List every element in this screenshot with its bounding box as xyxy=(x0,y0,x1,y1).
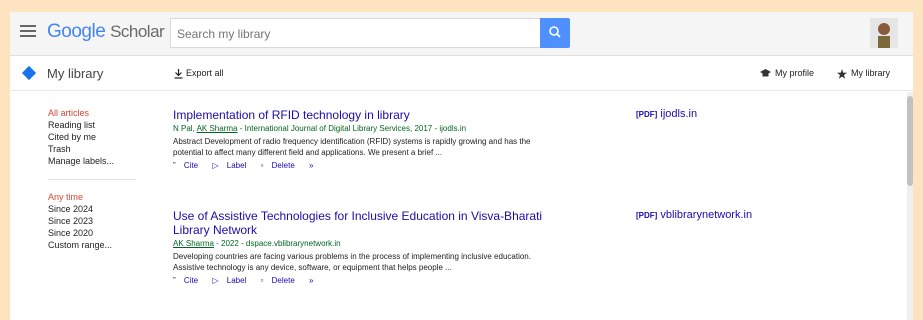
pdf-domain: ijodls.in xyxy=(660,108,698,120)
download-icon xyxy=(174,68,183,79)
tag-icon: ▷ xyxy=(212,161,219,170)
nav-reading-list[interactable]: Reading list xyxy=(48,119,148,131)
pdf-tag: [PDF] xyxy=(636,110,658,119)
result-title-link[interactable]: Implementation of RFID technology in lib… xyxy=(173,108,613,122)
search-icon xyxy=(549,26,561,38)
search-input[interactable]: Search my library xyxy=(170,18,555,48)
star-icon xyxy=(837,68,847,79)
time-since-2023[interactable]: Since 2023 xyxy=(48,215,148,227)
label-label: Label xyxy=(226,161,247,170)
quote-icon: ” xyxy=(173,161,176,170)
cite-button[interactable]: ” Cite xyxy=(173,161,204,170)
top-header: Google Scholar Search my library xyxy=(10,12,913,56)
export-all-label: Export all xyxy=(186,68,224,78)
search-button[interactable] xyxy=(540,18,570,48)
time-since-2024[interactable]: Since 2024 xyxy=(48,203,148,215)
more-button[interactable]: » xyxy=(309,276,319,285)
result-snippet: Abstract Development of radio frequency … xyxy=(173,137,531,157)
scrollbar[interactable] xyxy=(907,92,913,320)
author-link[interactable]: AK Sharma xyxy=(173,239,214,248)
page-title: My library xyxy=(47,66,104,81)
nav-cited-by-me[interactable]: Cited by me xyxy=(48,131,148,143)
result-source: - 2022 - dspace.vblibrarynetwork.in xyxy=(213,239,341,248)
my-profile-label: My profile xyxy=(775,68,815,78)
result-snippet: Developing countries are facing various … xyxy=(173,252,531,272)
author-link[interactable]: AK Sharma xyxy=(197,124,238,133)
hamburger-menu-icon[interactable] xyxy=(20,25,36,39)
user-avatar[interactable] xyxy=(870,18,898,48)
my-library-label: My library xyxy=(851,68,891,78)
scrollbar-thumb[interactable] xyxy=(907,96,913,186)
more-icon: » xyxy=(309,161,314,170)
cite-label: Cite xyxy=(183,276,199,285)
pdf-tag: [PDF] xyxy=(636,211,658,220)
quote-icon: ” xyxy=(173,276,176,285)
result-title-link[interactable]: Use of Assistive Technologies for Inclus… xyxy=(173,209,573,237)
my-profile-link[interactable]: My profile xyxy=(760,68,814,78)
label-button[interactable]: ▷ Label xyxy=(212,276,252,285)
nav-manage-labels[interactable]: Manage labels... xyxy=(48,155,148,167)
google-scholar-logo[interactable]: Google Scholar xyxy=(47,21,165,43)
delete-button[interactable]: ▫ Delete xyxy=(261,276,301,285)
result-item: Implementation of RFID technology in lib… xyxy=(173,108,613,170)
label-label: Label xyxy=(226,276,247,285)
more-icon: » xyxy=(309,276,314,285)
export-all-button[interactable]: Export all xyxy=(174,68,224,79)
graduation-cap-icon xyxy=(760,69,771,77)
trash-icon: ▫ xyxy=(260,161,264,170)
trash-icon: ▫ xyxy=(260,276,264,285)
cite-button[interactable]: ” Cite xyxy=(173,276,204,285)
sidebar-filters: All articles Reading list Cited by me Tr… xyxy=(48,107,148,251)
cite-label: Cite xyxy=(183,161,199,170)
result-actions: ” Cite ▷ Label ▫ Delete » xyxy=(173,161,613,170)
label-button[interactable]: ▷ Label xyxy=(212,161,252,170)
result-meta: AK Sharma - 2022 - dspace.vblibrarynetwo… xyxy=(173,239,613,248)
pdf-link[interactable]: [PDF] vblibrarynetwork.in xyxy=(636,209,752,221)
result-source: - International Journal of Digital Libra… xyxy=(237,124,467,133)
logo-scholar: Scholar xyxy=(110,22,165,41)
delete-label: Delete xyxy=(271,161,295,170)
pdf-link[interactable]: [PDF] ijodls.in xyxy=(636,108,697,120)
result-meta: N Pal, AK Sharma - International Journal… xyxy=(173,124,613,133)
result-actions: ” Cite ▷ Label ▫ Delete » xyxy=(173,276,613,285)
result-authors: N Pal, xyxy=(173,124,197,133)
more-button[interactable]: » xyxy=(309,161,319,170)
time-custom-range[interactable]: Custom range... xyxy=(48,239,148,251)
nav-all-articles[interactable]: All articles xyxy=(48,107,148,119)
library-toolbar: My library Export all My profile My libr… xyxy=(10,57,913,91)
delete-button[interactable]: ▫ Delete xyxy=(261,161,301,170)
time-any-time[interactable]: Any time xyxy=(48,191,148,203)
library-icon xyxy=(21,65,37,81)
app-window: Google Scholar Search my library My libr… xyxy=(10,12,913,320)
pdf-domain: vblibrarynetwork.in xyxy=(660,209,753,221)
result-item: Use of Assistive Technologies for Inclus… xyxy=(173,209,613,285)
nav-trash[interactable]: Trash xyxy=(48,143,148,155)
my-library-link[interactable]: My library xyxy=(837,68,890,79)
time-since-2020[interactable]: Since 2020 xyxy=(48,227,148,239)
logo-google: Google xyxy=(47,21,106,42)
delete-label: Delete xyxy=(271,276,295,285)
tag-icon: ▷ xyxy=(212,276,219,285)
divider xyxy=(48,179,136,180)
